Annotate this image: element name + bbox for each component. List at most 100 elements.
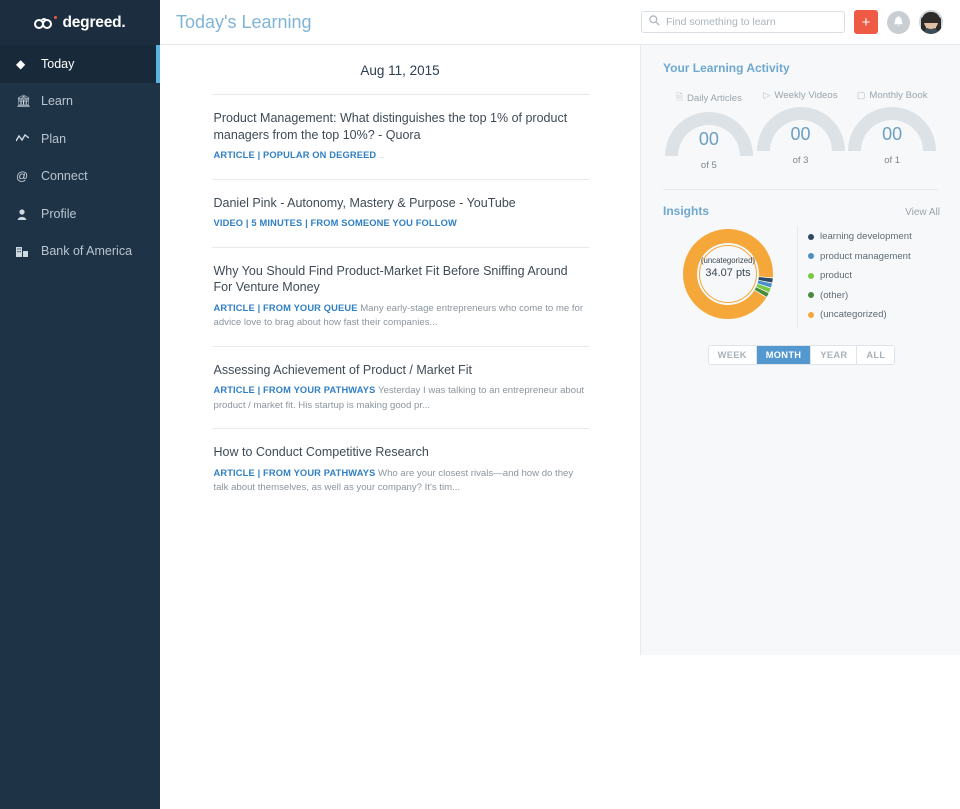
- learning-feed: Aug 11, 2015 Product Management: What di…: [160, 45, 640, 511]
- donut-slice: [754, 287, 769, 297]
- sidebar: degreed. ◆ Today 🏛 Learn Plan @ Connect: [0, 0, 160, 809]
- search-icon: [649, 15, 660, 29]
- feed-item-meta: VIDEO | 5 MINUTES | FROM SOMEONE YOU FOL…: [214, 217, 587, 231]
- period-year-button[interactable]: YEAR: [811, 345, 858, 364]
- right-panel: Your Learning Activity 🗎 Daily Articles …: [640, 45, 960, 655]
- activity-gauges: 🗎 Daily Articles 00 of 5 ▷ Weekly Videos…: [663, 90, 938, 190]
- gauge-value: 00: [882, 124, 903, 144]
- insights-title: Insights: [663, 204, 710, 218]
- feed-date: Aug 11, 2015: [360, 63, 440, 78]
- building-icon: [16, 246, 34, 257]
- sidebar-item-plan[interactable]: Plan: [0, 120, 160, 158]
- sidebar-item-label: Profile: [41, 206, 77, 221]
- learning-activity-section: Your Learning Activity 🗎 Daily Articles …: [641, 45, 960, 190]
- sidebar-item-label: Bank of America: [41, 244, 133, 258]
- book-icon: ▢: [856, 90, 866, 100]
- sidebar-item-profile[interactable]: Profile: [0, 195, 160, 233]
- feed-item-meta: ARTICLE | FROM YOUR QUEUE Many early-sta…: [214, 302, 587, 331]
- feed-item[interactable]: How to Conduct Competitive Research ARTI…: [211, 428, 589, 510]
- feed-item-meta: ARTICLE | FROM YOUR PATHWAYS Yesterday I…: [214, 384, 587, 413]
- add-button[interactable]: +: [854, 10, 878, 34]
- brand-name: degreed.: [62, 13, 126, 31]
- gauge-daily-articles: 🗎 Daily Articles 00 of 5: [663, 90, 755, 171]
- legend-label: product: [820, 270, 852, 281]
- gauge-label: Daily Articles: [687, 92, 742, 104]
- at-sign-icon: @: [16, 169, 29, 184]
- bell-icon: [894, 16, 903, 26]
- donut-slice: [757, 280, 772, 288]
- gauge-monthly-book: ▢ Monthly Book 00 of 1: [846, 90, 938, 171]
- video-icon: ▷: [763, 90, 771, 100]
- donut-inner-ring: [699, 245, 757, 303]
- feed-item-tags: ARTICLE | FROM YOUR PATHWAYS: [213, 385, 376, 396]
- legend-color-swatch: [808, 253, 814, 259]
- brand-logo[interactable]: degreed.: [0, 0, 160, 45]
- bank-icon: 🏛: [16, 94, 32, 109]
- diamond-icon: ◆: [16, 56, 26, 71]
- topbar: Today's Learning +: [160, 0, 960, 45]
- gauge-goal: of 3: [792, 155, 809, 166]
- insights-section: Insights View All (uncategorized) 34.07 …: [641, 190, 960, 383]
- topbar-actions: +: [641, 10, 943, 34]
- sidebar-item-label: Today: [41, 56, 75, 71]
- gauge-value: 00: [790, 124, 811, 144]
- insights-chart-row: (uncategorized) 34.07 pts learning devel…: [663, 226, 940, 329]
- sidebar-item-learn[interactable]: 🏛 Learn: [0, 83, 160, 121]
- period-all-button[interactable]: ALL: [857, 345, 895, 364]
- legend-item: product: [808, 270, 940, 281]
- view-all-link[interactable]: View All: [905, 207, 940, 218]
- legend-label: (other): [820, 289, 849, 301]
- main-column: Today's Learning +: [160, 0, 960, 809]
- feed-item[interactable]: Product Management: What distinguishes t…: [211, 94, 589, 179]
- notifications-button[interactable]: [887, 10, 910, 34]
- period-month-button[interactable]: MONTH: [756, 345, 812, 364]
- legend-color-swatch: [808, 292, 814, 298]
- period-selector: WEEK MONTH YEAR ALL: [663, 344, 940, 383]
- sidebar-item-connect[interactable]: @ Connect: [0, 158, 160, 196]
- legend-color-swatch: [808, 272, 814, 279]
- insights-legend: learning development product management …: [797, 226, 940, 329]
- feed-item-tags: ARTICLE | POPULAR ON DEGREED: [213, 150, 377, 161]
- gauge-weekly-videos: ▷ Weekly Videos 00 of 3: [755, 90, 847, 171]
- document-icon: 🗎: [675, 92, 683, 102]
- glasses-icon: [34, 15, 58, 30]
- search-input[interactable]: [666, 16, 837, 28]
- feed-item[interactable]: Daniel Pink - Autonomy, Mastery & Purpos…: [211, 178, 589, 247]
- feed-item-tags: VIDEO | 5 MINUTES | FROM SOMEONE YOU FOL…: [213, 218, 457, 229]
- content-area: Aug 11, 2015 Product Management: What di…: [160, 45, 960, 809]
- search-box[interactable]: [641, 11, 845, 33]
- feed-item-title[interactable]: Product Management: What distinguishes t…: [214, 110, 587, 143]
- feed-item[interactable]: Why You Should Find Product-Market Fit B…: [211, 246, 589, 346]
- feed-item-title[interactable]: Daniel Pink - Autonomy, Mastery & Purpos…: [214, 195, 587, 212]
- legend-color-swatch: [808, 311, 814, 318]
- person-icon: [16, 208, 34, 220]
- period-week-button[interactable]: WEEK: [708, 345, 757, 364]
- feed-item-title[interactable]: Why You Should Find Product-Market Fit B…: [214, 263, 587, 296]
- gauge-label: Weekly Videos: [774, 90, 838, 101]
- page-title: Today's Learning: [176, 11, 312, 32]
- sidebar-item-label: Connect: [41, 169, 88, 183]
- sidebar-item-label: Plan: [41, 131, 67, 146]
- donut-slice: [683, 229, 773, 319]
- donut-slice: [758, 276, 773, 283]
- avatar[interactable]: [919, 10, 943, 34]
- sidebar-nav: ◆ Today 🏛 Learn Plan @ Connect Profile B…: [0, 45, 160, 270]
- line-chart-icon: [16, 134, 34, 143]
- feed-item-tags: ARTICLE | FROM YOUR PATHWAYS: [213, 467, 376, 478]
- feed-item-title[interactable]: Assessing Achievement of Product / Marke…: [214, 362, 587, 379]
- legend-item: (uncategorized): [808, 309, 940, 320]
- feed-item[interactable]: Assessing Achievement of Product / Marke…: [211, 345, 589, 428]
- feed-item-title[interactable]: How to Conduct Competitive Research: [214, 444, 587, 461]
- gauge-goal: of 1: [884, 155, 901, 166]
- gauge-label: Monthly Book: [869, 90, 928, 101]
- legend-label: (uncategorized): [820, 309, 887, 320]
- feed-item-ellipsis: ..: [378, 150, 385, 161]
- sidebar-item-bank-of-america[interactable]: Bank of America: [0, 233, 160, 271]
- sidebar-item-today[interactable]: ◆ Today: [0, 45, 160, 83]
- feed-item-meta: ARTICLE | FROM YOUR PATHWAYS Who are you…: [214, 467, 587, 496]
- legend-item: learning development: [808, 231, 940, 242]
- donut-slice: [756, 283, 771, 293]
- app-root: degreed. ◆ Today 🏛 Learn Plan @ Connect: [0, 0, 960, 809]
- feed-item-meta: ARTICLE | POPULAR ON DEGREED ..: [214, 149, 587, 163]
- legend-color-swatch: [808, 233, 814, 240]
